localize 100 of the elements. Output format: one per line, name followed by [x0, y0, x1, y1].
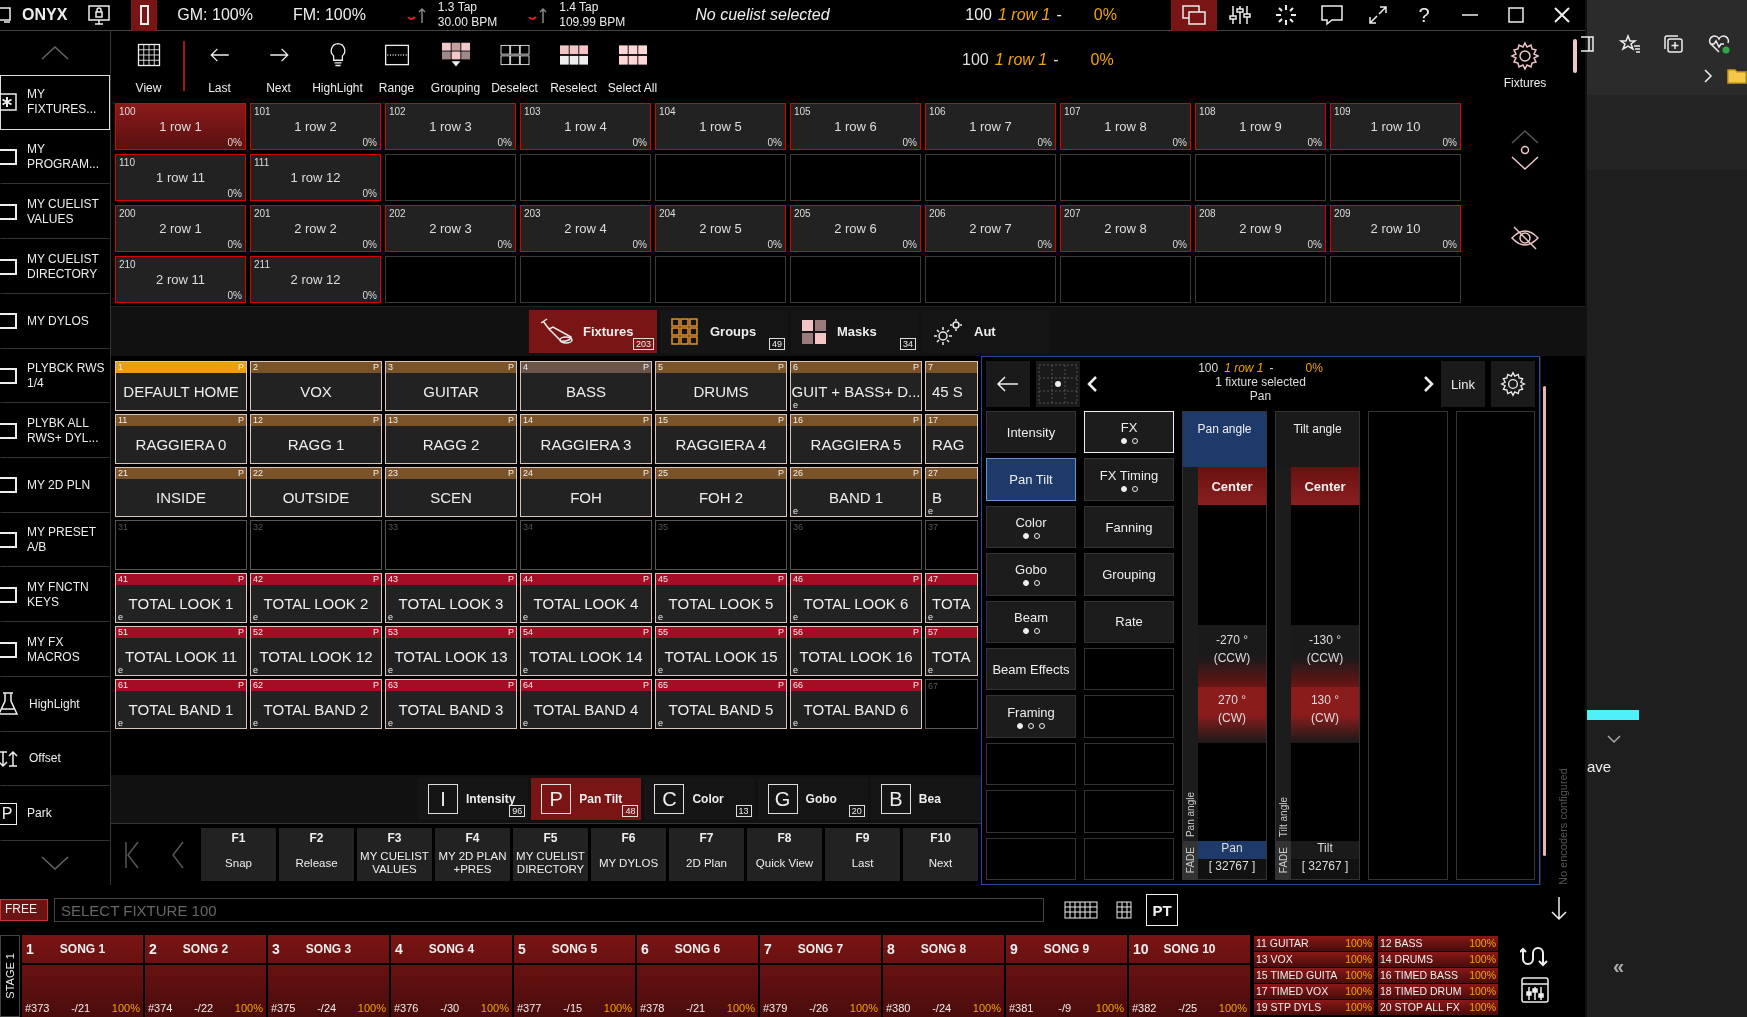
- sidebar-item[interactable]: MY CUELIST VALUES: [0, 184, 110, 240]
- feature-tab[interactable]: C Color 13: [644, 778, 755, 820]
- preset-button[interactable]: 54 P TOTAL LOOK 14 e: [520, 626, 652, 676]
- tab[interactable]: Groups 49: [660, 310, 788, 353]
- fixture-button[interactable]: 104 1 row 5 0%: [655, 103, 786, 150]
- playback-button[interactable]: 3 SONG 3 #375 -/24 100%: [268, 935, 389, 1017]
- fixture-button[interactable]: 205 2 row 6 0%: [790, 205, 921, 252]
- fixture-button[interactable]: 105 1 row 6 0%: [790, 103, 921, 150]
- fixture-button[interactable]: 106 1 row 7 0%: [925, 103, 1056, 150]
- center-button[interactable]: Center: [1198, 467, 1266, 505]
- playback-button[interactable]: 8 SONG 8 #380 -/24 100%: [883, 935, 1004, 1017]
- fixture-button[interactable]: 111 1 row 12 0%: [250, 154, 381, 201]
- feature-group-button[interactable]: Intensity: [986, 411, 1076, 454]
- scrollbar[interactable]: [1543, 386, 1546, 856]
- feature-group-button[interactable]: Pan Tilt: [986, 458, 1076, 501]
- scrollbar[interactable]: [1573, 39, 1577, 73]
- preset-button[interactable]: 25 P FOH 2: [655, 467, 787, 517]
- feature-group-button[interactable]: Fanning: [1084, 505, 1174, 549]
- sidebar-item[interactable]: MY FIXTURES...: [0, 75, 110, 130]
- sidebar-item[interactable]: MY FNCTN KEYS: [0, 567, 110, 623]
- function-key[interactable]: F9 Last: [825, 828, 900, 881]
- sidebar-item[interactable]: PLYBK ALL RWS+ DYL...: [0, 403, 110, 459]
- keyboard-icon[interactable]: [1064, 901, 1098, 919]
- sidebar-item[interactable]: MY 2D PLN: [0, 458, 110, 513]
- toolbar-button[interactable]: Last: [190, 35, 249, 97]
- tab[interactable]: Masks 34: [791, 310, 919, 353]
- preset-button[interactable]: 5 P DRUMS: [655, 361, 787, 411]
- fixture-button[interactable]: 201 2 row 2 0%: [250, 205, 381, 252]
- toolbar-button[interactable]: Deselect: [485, 35, 544, 97]
- function-key[interactable]: F5 MY CUELIST DIRECTORY: [513, 828, 588, 881]
- preset-button[interactable]: 46 P TOTAL LOOK 6 e: [790, 573, 922, 623]
- chevron-right-icon[interactable]: [1703, 68, 1713, 84]
- fixture-button[interactable]: 203 2 row 4 0%: [520, 205, 651, 252]
- fixture-button[interactable]: 200 2 row 1 0%: [115, 205, 246, 252]
- sidebar-item[interactable]: Offset: [0, 731, 110, 787]
- function-key[interactable]: F2 Release: [279, 828, 354, 881]
- chevron-up-icon[interactable]: [40, 45, 70, 61]
- preset-button[interactable]: 53 P TOTAL LOOK 13 e: [385, 626, 517, 676]
- playback-button[interactable]: 10 SONG 10 #382 -/25 100%: [1129, 935, 1250, 1017]
- mixer-icon[interactable]: [1521, 977, 1549, 1003]
- playback-button[interactable]: 1 SONG 1 #373 -/21 100%: [22, 935, 143, 1017]
- preset-button[interactable]: 52 P TOTAL LOOK 12 e: [250, 626, 382, 676]
- preset-button[interactable]: 62 P TOTAL BAND 2 e: [250, 679, 382, 729]
- toolbar-button[interactable]: Select All: [603, 35, 662, 97]
- playback-button[interactable]: 5 SONG 5 #377 -/15 100%: [514, 935, 635, 1017]
- function-key[interactable]: F10 Next: [903, 828, 978, 881]
- preset-button[interactable]: 56 P TOTAL LOOK 16 e: [790, 626, 922, 676]
- chevron-right-icon[interactable]: [1423, 375, 1435, 393]
- preset-button[interactable]: 27 B e: [925, 467, 978, 517]
- feature-tab[interactable]: B Bea: [870, 778, 981, 820]
- preset-button[interactable]: 57 TOTA e: [925, 626, 978, 676]
- collections-icon[interactable]: [1663, 34, 1685, 54]
- fixture-button[interactable]: 101 1 row 2 0%: [250, 103, 381, 150]
- sidebar-item[interactable]: MY DYLOS: [0, 293, 110, 349]
- toolbar-button[interactable]: Grouping: [426, 35, 485, 97]
- link-button[interactable]: Link: [1441, 361, 1485, 407]
- chevron-up-icon[interactable]: [1510, 129, 1540, 145]
- toolbar-button[interactable]: Next: [249, 35, 308, 97]
- playback-button[interactable]: 13 VOX 100%: [1254, 952, 1374, 967]
- feature-group-button[interactable]: Grouping: [1084, 553, 1174, 596]
- function-key[interactable]: F1 Snap: [201, 828, 276, 881]
- preset-button[interactable]: 13 P RAGG 2: [385, 414, 517, 464]
- sidebar-item[interactable]: PLYBCK RWS 1/4: [0, 348, 110, 404]
- fixture-button[interactable]: 202 2 row 3 0%: [385, 205, 516, 252]
- preset-button[interactable]: 55 P TOTAL LOOK 15 e: [655, 626, 787, 676]
- fixture-button[interactable]: 110 1 row 11 0%: [115, 154, 246, 201]
- preset-button[interactable]: 6 P GUIT + BASS+ D... e: [790, 361, 922, 411]
- fixture-button[interactable]: 204 2 row 5 0%: [655, 205, 786, 252]
- function-key[interactable]: F6 MY DYLOS: [591, 828, 666, 881]
- preset-button[interactable]: 21 P INSIDE: [115, 467, 247, 517]
- encoder-tab[interactable]: Pan angle: [1183, 412, 1266, 467]
- playback-button[interactable]: 6 SONG 6 #378 -/21 100%: [637, 935, 758, 1017]
- preset-button[interactable]: 61 P TOTAL BAND 1 e: [115, 679, 247, 729]
- help-button[interactable]: ?: [1401, 0, 1447, 31]
- sidebar-item[interactable]: MY CUELIST DIRECTORY: [0, 239, 110, 294]
- preset-button[interactable]: 64 P TOTAL BAND 4 e: [520, 679, 652, 729]
- function-key[interactable]: F3 MY CUELIST VALUES: [357, 828, 432, 881]
- fixture-button[interactable]: 206 2 row 7 0%: [925, 205, 1056, 252]
- feature-tab[interactable]: I Intensity 96: [418, 778, 529, 820]
- tab[interactable]: Aut: [922, 310, 1050, 353]
- sidebar-item[interactable]: HighLight: [0, 676, 110, 732]
- fixtures-settings-button[interactable]: Fixtures: [1497, 39, 1553, 91]
- preset-button[interactable]: 45 P TOTAL LOOK 5 e: [655, 573, 787, 623]
- fixture-button[interactable]: 107 1 row 8 0%: [1060, 103, 1191, 150]
- preset-button[interactable]: 43 P TOTAL LOOK 3 e: [385, 573, 517, 623]
- fixture-button[interactable]: 210 2 row 11 0%: [115, 256, 246, 303]
- playback-button[interactable]: 19 STP DYLS 100%: [1254, 1000, 1374, 1015]
- playback-button[interactable]: 9 SONG 9 #381 -/9 100%: [1006, 935, 1127, 1017]
- toolbar-button[interactable]: HighLight: [308, 35, 367, 97]
- command-line-field[interactable]: SELECT FIXTURE 100: [54, 898, 1044, 922]
- encoder-tab[interactable]: Tilt angle: [1276, 412, 1359, 467]
- feature-group-button[interactable]: FX: [1084, 411, 1174, 454]
- playback-button[interactable]: 17 TIMED VOX 100%: [1254, 984, 1374, 999]
- preset-button[interactable]: 22 P OUTSIDE: [250, 467, 382, 517]
- feature-group-button[interactable]: Beam: [986, 600, 1076, 644]
- function-key[interactable]: F4 MY 2D PLAN +PRES: [435, 828, 510, 881]
- preset-button[interactable]: 17 RAG: [925, 414, 978, 464]
- preset-button[interactable]: 7 45 S: [925, 361, 978, 411]
- heart-pulse-icon[interactable]: [1707, 34, 1731, 54]
- preset-button[interactable]: 16 P RAGGIERA 5: [790, 414, 922, 464]
